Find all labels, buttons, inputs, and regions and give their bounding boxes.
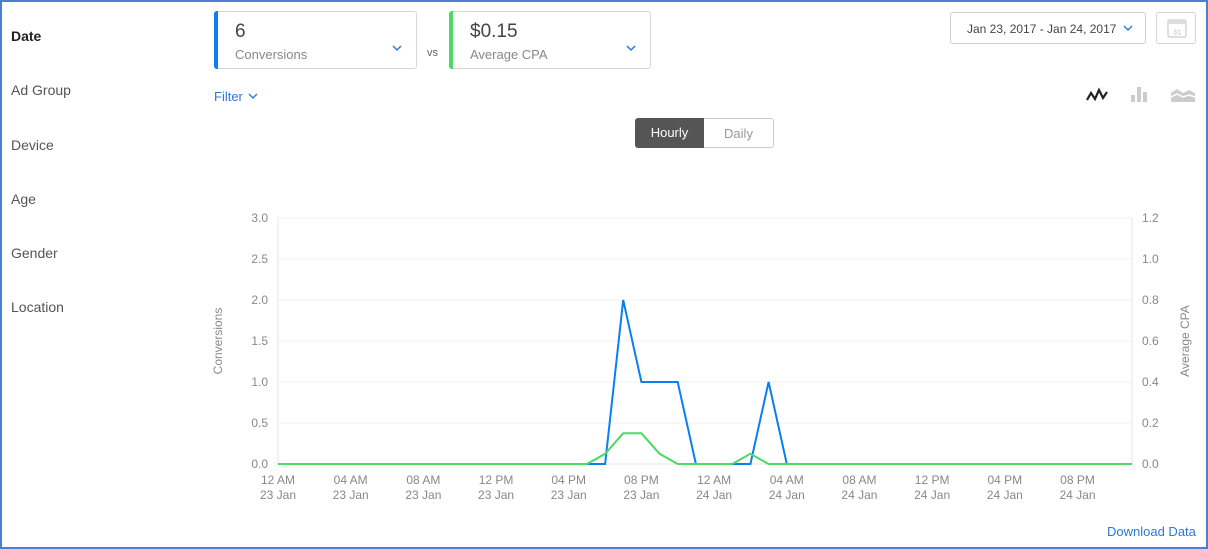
hourly-button[interactable]: Hourly: [635, 118, 704, 148]
x-tick-time-label: 04 AM: [770, 473, 804, 487]
secondary-metric-label: Average CPA: [470, 47, 548, 62]
filter-label: Filter: [214, 89, 243, 104]
date-range-picker[interactable]: Jan 23, 2017 - Jan 24, 2017: [950, 12, 1146, 44]
x-tick-date-label: 23 Jan: [405, 488, 441, 502]
x-tick-date-label: 24 Jan: [769, 488, 805, 502]
x-tick-time-label: 12 PM: [479, 473, 514, 487]
granularity-toggle: Hourly Daily: [635, 118, 774, 148]
x-tick-date-label: 24 Jan: [1059, 488, 1095, 502]
y-left-tick-label: 1.5: [251, 334, 268, 348]
primary-metric-value: 6: [235, 21, 246, 42]
y-left-axis-label: Conversions: [211, 308, 225, 375]
x-tick-time-label: 08 PM: [624, 473, 659, 487]
daily-button[interactable]: Daily: [704, 118, 774, 148]
y-left-tick-label: 0.0: [251, 457, 268, 471]
series-line-average-cpa: [278, 432, 1132, 465]
x-tick-time-label: 08 AM: [842, 473, 876, 487]
secondary-metric-value: $0.15: [470, 21, 518, 42]
x-tick-time-label: 08 AM: [406, 473, 440, 487]
line-chart-icon[interactable]: [1086, 83, 1110, 107]
filter-dropdown[interactable]: Filter: [214, 89, 258, 104]
x-tick-date-label: 23 Jan: [478, 488, 514, 502]
vs-label: vs: [427, 47, 438, 59]
secondary-metric-selector[interactable]: $0.15 Average CPA: [449, 11, 651, 69]
nav-item-location[interactable]: Location: [11, 299, 64, 315]
x-tick-time-label: 12 AM: [261, 473, 295, 487]
y-left-tick-label: 2.0: [251, 293, 268, 307]
primary-metric-selector[interactable]: 6 Conversions: [214, 11, 417, 69]
y-left-tick-label: 1.0: [251, 375, 268, 389]
y-right-tick-label: 0.2: [1142, 416, 1159, 430]
y-left-tick-label: 0.5: [251, 416, 268, 430]
x-tick-date-label: 24 Jan: [696, 488, 732, 502]
x-tick-date-label: 24 Jan: [841, 488, 877, 502]
x-tick-time-label: 12 AM: [697, 473, 731, 487]
x-tick-time-label: 04 PM: [987, 473, 1022, 487]
y-right-tick-label: 0.8: [1142, 293, 1159, 307]
area-chart-icon[interactable]: [1170, 83, 1196, 107]
chevron-down-icon: [248, 93, 258, 99]
y-left-tick-label: 3.0: [251, 211, 268, 225]
x-tick-date-label: 24 Jan: [914, 488, 950, 502]
y-right-tick-label: 1.0: [1142, 252, 1159, 266]
x-tick-time-label: 12 PM: [915, 473, 950, 487]
nav-item-date[interactable]: Date: [11, 28, 41, 44]
x-tick-time-label: 04 PM: [551, 473, 586, 487]
calendar-icon: 31: [1167, 19, 1187, 38]
secondary-metric-color-bar: [449, 11, 453, 69]
y-right-tick-label: 1.2: [1142, 211, 1159, 225]
chevron-down-icon: [392, 45, 402, 52]
date-range-label: Jan 23, 2017 - Jan 24, 2017: [967, 22, 1117, 36]
x-tick-date-label: 24 Jan: [987, 488, 1023, 502]
x-tick-date-label: 23 Jan: [260, 488, 296, 502]
x-tick-date-label: 23 Jan: [623, 488, 659, 502]
nav-item-age[interactable]: Age: [11, 191, 36, 207]
y-right-tick-label: 0.6: [1142, 334, 1159, 348]
y-right-axis-label: Average CPA: [1178, 305, 1192, 377]
calendar-day: 31: [1173, 28, 1181, 37]
nav-item-ad-group[interactable]: Ad Group: [11, 82, 71, 98]
y-right-tick-label: 0.0: [1142, 457, 1159, 471]
chevron-down-icon: [1123, 25, 1133, 31]
y-left-tick-label: 2.5: [251, 252, 268, 266]
primary-metric-label: Conversions: [235, 47, 308, 62]
bar-chart-icon[interactable]: [1128, 83, 1152, 107]
y-right-tick-label: 0.4: [1142, 375, 1159, 389]
conversions-cpa-chart: 0.0 0.5 1.0 1.5 2.0 2.5 3.0 0.0 0.2 0.4 0.6 0.8 1.0 1…: [211, 211, 1192, 502]
download-data-link[interactable]: Download Data: [1107, 524, 1196, 539]
x-tick-time-label: 08 PM: [1060, 473, 1095, 487]
chevron-down-icon: [626, 45, 636, 52]
nav-item-device[interactable]: Device: [11, 137, 54, 153]
nav-item-gender[interactable]: Gender: [11, 245, 58, 261]
x-tick-date-label: 23 Jan: [551, 488, 587, 502]
calendar-button[interactable]: 31: [1156, 12, 1196, 44]
x-tick-date-label: 23 Jan: [333, 488, 369, 502]
primary-metric-color-bar: [214, 11, 218, 69]
x-tick-time-label: 04 AM: [334, 473, 368, 487]
